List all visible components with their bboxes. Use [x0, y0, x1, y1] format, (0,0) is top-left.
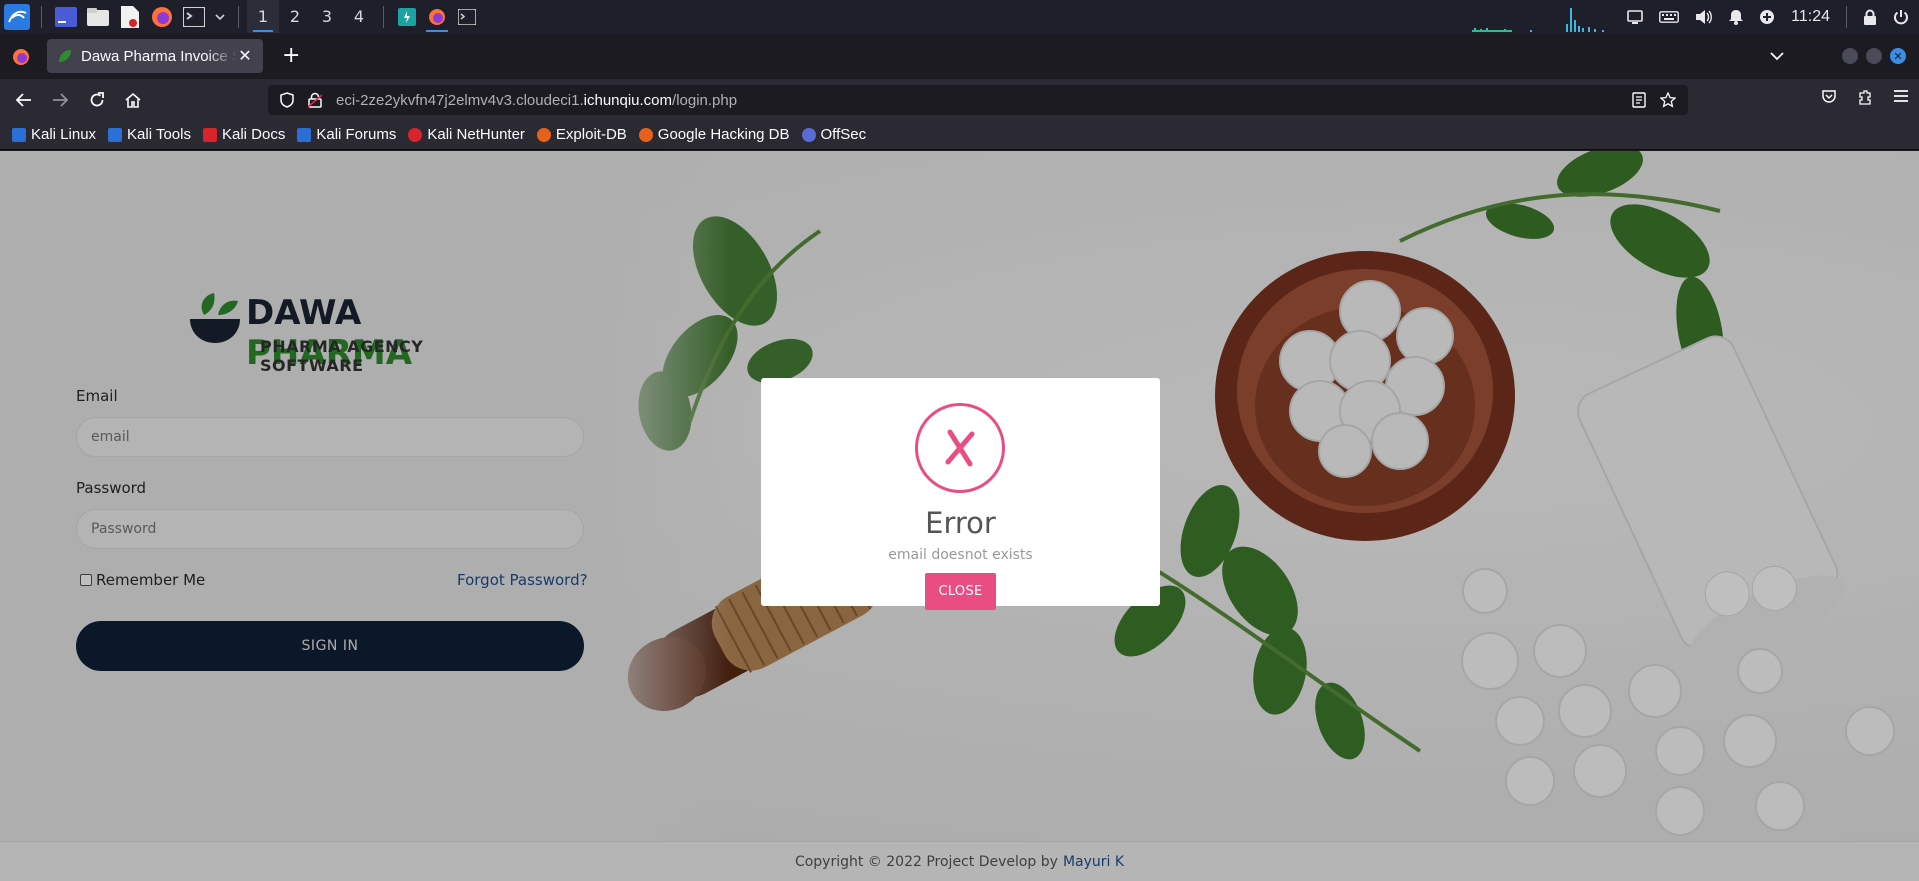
- tab-title: Dawa Pharma Invoice System: [81, 47, 237, 65]
- taskbar-separator: [41, 5, 42, 28]
- bookmark-label: Kali NetHunter: [427, 126, 525, 143]
- taskbar-separator: [238, 5, 239, 28]
- bookmark-label: Kali Linux: [31, 126, 97, 143]
- bookmark-label: Kali Tools: [127, 126, 191, 143]
- bookmark-offsec[interactable]: OffSec: [801, 126, 867, 143]
- tab-close-icon[interactable]: ✕: [237, 46, 253, 66]
- bookmark-kali-forums[interactable]: Kali Forums: [297, 126, 396, 143]
- ghdb-icon: [638, 127, 653, 142]
- extensions-icon[interactable]: [1857, 89, 1873, 105]
- login-page: DAWA PHARMA PHARMA AGENCY SOFTWARE Email…: [0, 151, 1919, 881]
- chevron-down-icon[interactable]: [213, 4, 227, 30]
- system-tray: 11:24: [1627, 0, 1919, 33]
- list-all-tabs-icon[interactable]: [1770, 46, 1784, 65]
- url-bar[interactable]: eci-2ze2ykvfn47j2elmv4v3.cloudeci1. ichun…: [268, 85, 1688, 115]
- insecure-lock-icon[interactable]: [308, 92, 322, 108]
- text-editor-icon[interactable]: [117, 4, 143, 30]
- terminal-launcher-icon[interactable]: [181, 4, 207, 30]
- pocket-icon[interactable]: [1821, 89, 1837, 105]
- terminal-emulator-icon[interactable]: [53, 4, 79, 30]
- close-window-button[interactable]: ✕: [1890, 48, 1906, 64]
- bookmark-star-icon[interactable]: [1660, 92, 1676, 108]
- error-x-icon: [915, 403, 1005, 493]
- workspace-2[interactable]: 2: [279, 0, 311, 33]
- lock-screen-icon[interactable]: [1863, 9, 1877, 25]
- browser-tab-bar: Dawa Pharma Invoice System ✕ + ✕: [0, 33, 1919, 79]
- home-icon[interactable]: [122, 89, 144, 111]
- exploit-db-icon: [536, 127, 551, 142]
- back-arrow-icon[interactable]: [13, 89, 35, 111]
- tracking-shield-icon[interactable]: [280, 92, 294, 108]
- bookmark-google-hacking-db[interactable]: Google Hacking DB: [638, 126, 790, 143]
- clock[interactable]: 11:24: [1791, 8, 1830, 26]
- network-monitor-graph: [1472, 8, 1604, 32]
- notifications-icon[interactable]: [1729, 9, 1744, 25]
- bookmarks-toolbar: Kali Linux Kali Tools Kali Docs Kali For…: [0, 120, 1919, 150]
- kali-forums-icon: [297, 127, 312, 142]
- taskbar-separator: [383, 5, 384, 28]
- reader-view-icon[interactable]: [1632, 92, 1646, 108]
- hamburger-menu-icon[interactable]: [1893, 89, 1909, 103]
- volume-icon[interactable]: [1695, 9, 1713, 25]
- file-manager-icon[interactable]: [85, 4, 111, 30]
- reload-icon[interactable]: [86, 89, 108, 111]
- minimize-window-button[interactable]: [1842, 48, 1858, 64]
- bookmark-kali-docs[interactable]: Kali Docs: [202, 126, 286, 143]
- bookmark-label: OffSec: [820, 126, 867, 143]
- kali-menu-icon[interactable]: [0, 0, 33, 33]
- maximize-window-button[interactable]: [1866, 48, 1882, 64]
- close-dialog-button[interactable]: CLOSE: [925, 573, 996, 610]
- bookmark-kali-linux[interactable]: Kali Linux: [12, 126, 96, 143]
- bookmark-label: Exploit-DB: [555, 126, 627, 143]
- os-taskbar: 1 2 3 4 11:24: [0, 0, 1919, 33]
- firefox-view-icon[interactable]: [12, 48, 30, 70]
- keyboard-icon[interactable]: [1659, 10, 1680, 23]
- power-icon[interactable]: [1893, 9, 1909, 25]
- url-host: ichunqiu.com: [583, 91, 673, 109]
- tab-dawa-pharma[interactable]: Dawa Pharma Invoice System ✕: [47, 39, 263, 73]
- bookmark-kali-tools[interactable]: Kali Tools: [108, 126, 191, 143]
- offsec-icon: [801, 127, 816, 142]
- bookmark-kali-nethunter[interactable]: Kali NetHunter: [408, 126, 525, 143]
- task-terminal-icon[interactable]: [452, 0, 482, 33]
- new-tab-button[interactable]: +: [282, 45, 300, 67]
- kali-docs-icon: [202, 127, 217, 142]
- bookmark-label: Kali Docs: [221, 126, 286, 143]
- kali-tools-icon: [108, 127, 123, 142]
- workspace-1[interactable]: 1: [247, 0, 279, 33]
- firefox-launcher-icon[interactable]: [149, 4, 175, 30]
- display-icon[interactable]: [1627, 9, 1643, 24]
- bookmark-label: Kali Forums: [316, 126, 397, 143]
- dialog-title: Error: [925, 506, 996, 540]
- task-firefox-icon[interactable]: [422, 0, 452, 33]
- task-burp-icon[interactable]: [392, 0, 422, 33]
- browser-nav-bar: eci-2ze2ykvfn47j2elmv4v3.cloudeci1. ichun…: [0, 79, 1919, 120]
- dialog-message: email doesnot exists: [888, 547, 1033, 563]
- error-dialog: Error email doesnot exists CLOSE: [761, 378, 1160, 610]
- bookmark-exploit-db[interactable]: Exploit-DB: [536, 126, 627, 143]
- url-prefix: eci-2ze2ykvfn47j2elmv4v3.cloudeci1.: [336, 91, 584, 109]
- forward-arrow-icon[interactable]: [49, 89, 71, 111]
- pharma-favicon-icon: [59, 50, 71, 62]
- kali-dragon-icon: [12, 127, 26, 142]
- url-path: /login.php: [672, 91, 738, 109]
- workspace-3[interactable]: 3: [311, 0, 343, 33]
- workspace-4[interactable]: 4: [343, 0, 375, 33]
- updates-icon[interactable]: [1759, 9, 1775, 25]
- bookmark-label: Google Hacking DB: [657, 126, 790, 143]
- nethunter-icon: [408, 127, 423, 142]
